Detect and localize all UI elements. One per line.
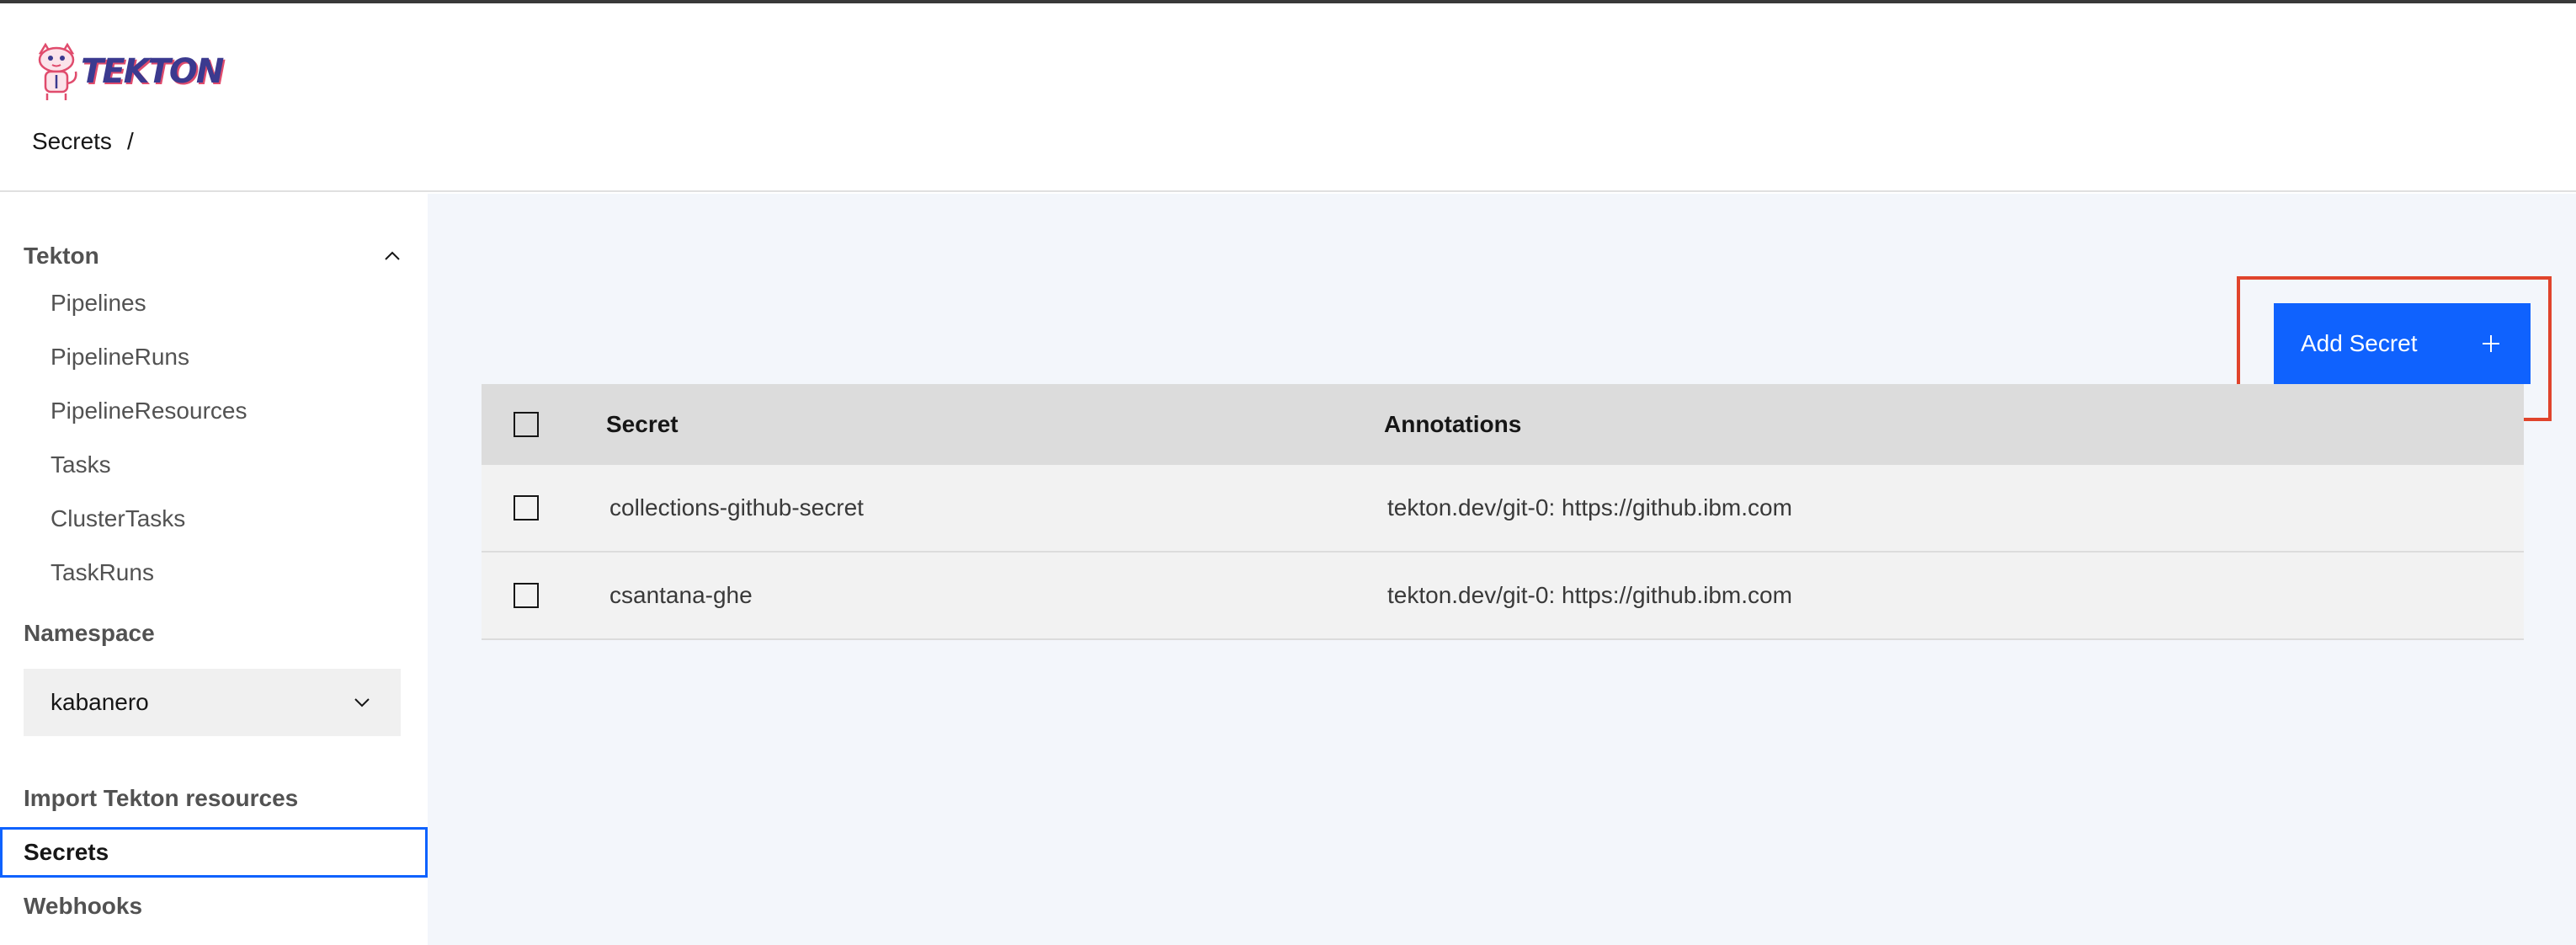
sidebar-item-secrets[interactable]: Secrets	[0, 827, 428, 878]
sidebar-item-import[interactable]: Import Tekton resources	[0, 773, 428, 824]
sidebar-item-tasks[interactable]: Tasks	[51, 444, 111, 486]
add-secret-button[interactable]: Add Secret	[2274, 303, 2531, 384]
secret-name: csantana-ghe	[609, 582, 753, 608]
secret-annotations: tekton.dev/git-0: https://github.ibm.com	[1387, 494, 1792, 521]
app-header: TEKTON Secrets /	[0, 3, 2576, 192]
sidebar-item-clustertasks[interactable]: ClusterTasks	[51, 498, 185, 540]
column-header-annotations[interactable]: Annotations	[1384, 411, 1521, 438]
namespace-label: Namespace	[24, 620, 155, 646]
sidebar-section-tekton[interactable]: Tekton	[24, 234, 404, 278]
chevron-up-icon	[385, 251, 400, 260]
breadcrumb-current[interactable]: Secrets	[32, 128, 112, 155]
plus-icon	[2483, 335, 2499, 352]
chevron-down-icon	[354, 698, 370, 707]
sidebar-item-pipelineresources[interactable]: PipelineResources	[51, 390, 247, 432]
table-row[interactable]: csantana-ghe tekton.dev/git-0: https://g…	[482, 553, 2524, 640]
sidebar-item-pipelineruns[interactable]: PipelineRuns	[51, 336, 189, 378]
tekton-logo[interactable]: TEKTON	[32, 39, 224, 104]
column-header-secret[interactable]: Secret	[606, 411, 679, 438]
row-checkbox[interactable]	[514, 583, 539, 608]
sidebar: Tekton Pipelines PipelineRuns PipelineRe…	[0, 194, 428, 945]
secret-name: collections-github-secret	[609, 494, 864, 521]
sidebar-item-webhooks[interactable]: Webhooks	[0, 881, 428, 932]
secret-annotations: tekton.dev/git-0: https://github.ibm.com	[1387, 582, 1792, 608]
main-content: Add Secret Secret Annotations collection…	[428, 194, 2576, 945]
sidebar-item-pipelines[interactable]: Pipelines	[51, 282, 146, 324]
table-row[interactable]: collections-github-secret tekton.dev/git…	[482, 465, 2524, 553]
table-header: Secret Annotations	[482, 384, 2524, 465]
breadcrumb: Secrets /	[32, 128, 134, 155]
select-all-checkbox[interactable]	[514, 412, 539, 437]
sidebar-section-title: Tekton	[24, 243, 99, 269]
breadcrumb-separator: /	[126, 128, 134, 154]
row-checkbox[interactable]	[514, 495, 539, 521]
namespace-value: kabanero	[51, 689, 149, 715]
secrets-table: Secret Annotations collections-github-se…	[482, 384, 2524, 640]
namespace-dropdown[interactable]: kabanero	[24, 669, 401, 736]
sidebar-item-taskruns[interactable]: TaskRuns	[51, 552, 154, 594]
logo-text: TEKTON	[81, 52, 224, 91]
tekton-cat-icon	[38, 42, 77, 100]
add-secret-label: Add Secret	[2301, 330, 2418, 356]
